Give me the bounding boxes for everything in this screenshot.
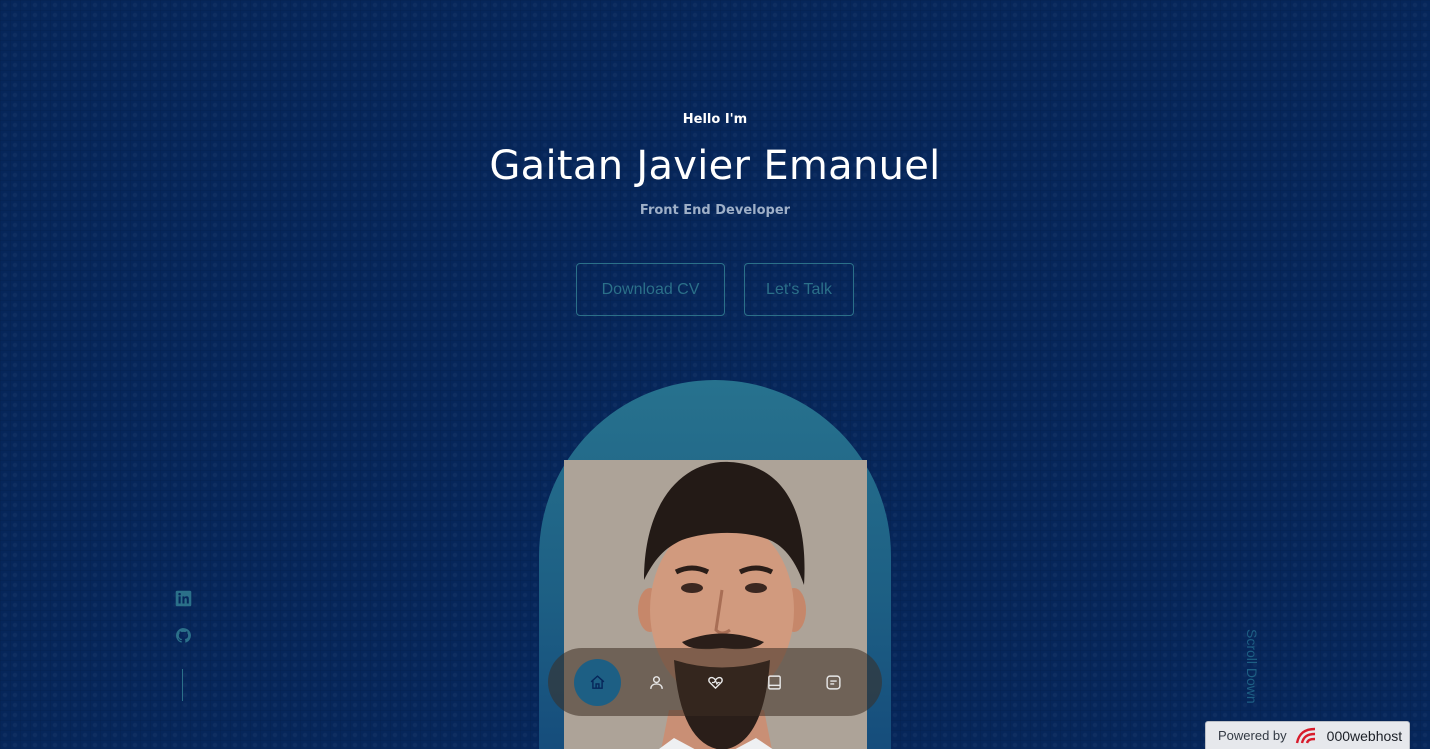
- page: Hello I'm Gaitan Javier Emanuel Front En…: [0, 0, 1430, 749]
- user-icon: [650, 675, 663, 689]
- social-divider-line: [182, 669, 183, 701]
- nav-contact-button[interactable]: [810, 659, 857, 706]
- bottom-navbar: [548, 648, 882, 716]
- nav-skills-button[interactable]: [692, 659, 739, 706]
- github-link[interactable]: [175, 627, 192, 644]
- github-icon: [175, 628, 191, 643]
- skills-icon: [708, 676, 723, 689]
- linkedin-icon: [175, 590, 191, 607]
- book-icon: [768, 674, 781, 690]
- nav-home-button[interactable]: [574, 658, 621, 706]
- powered-by-label: Powered by: [1218, 728, 1287, 743]
- page-title: Gaitan Javier Emanuel: [489, 143, 941, 189]
- 000webhost-logo-icon: [1295, 727, 1315, 743]
- download-cv-button[interactable]: Download CV: [576, 263, 725, 316]
- linkedin-link[interactable]: [175, 590, 192, 607]
- greeting-text: Hello I'm: [682, 112, 748, 127]
- 000webhost-brand-label: 000webhost: [1326, 727, 1403, 744]
- nav-about-button[interactable]: [633, 659, 680, 706]
- home-icon: [590, 674, 605, 689]
- message-icon: [826, 674, 841, 690]
- scroll-down-link[interactable]: Scroll Down: [1240, 629, 1260, 704]
- nav-portfolio-button[interactable]: [751, 659, 798, 706]
- powered-by-badge[interactable]: Powered by 000webhost: [1205, 721, 1410, 749]
- lets-talk-button[interactable]: Let's Talk: [744, 263, 854, 316]
- social-links: [173, 590, 193, 644]
- role-subtitle: Front End Developer: [639, 203, 791, 218]
